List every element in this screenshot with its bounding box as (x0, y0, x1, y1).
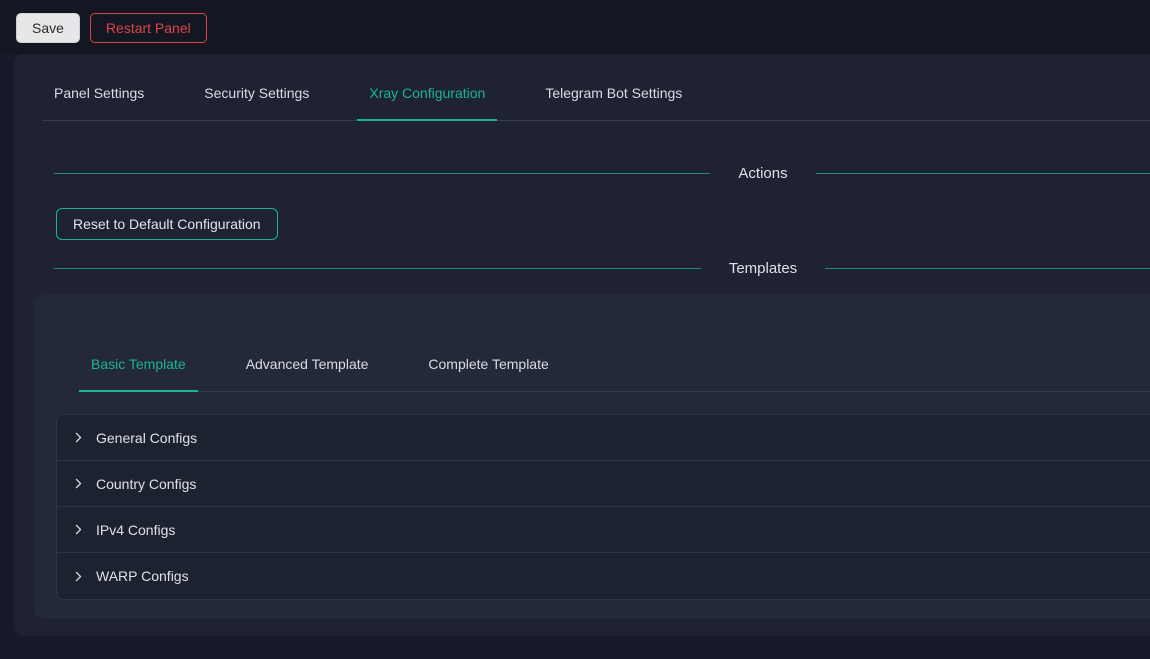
collapse-country-configs[interactable]: Country Configs (57, 461, 1150, 507)
collapse-general-configs[interactable]: General Configs (57, 415, 1150, 461)
actions-divider: Actions (54, 165, 1150, 182)
templates-divider: Templates (54, 260, 1150, 277)
chevron-right-icon (73, 432, 84, 443)
chevron-right-icon (73, 478, 84, 489)
tab-complete-template[interactable]: Complete Template (416, 353, 560, 391)
tab-security-settings[interactable]: Security Settings (192, 82, 321, 120)
collapse-warp-configs[interactable]: WARP Configs (57, 553, 1150, 599)
collapse-label: Country Configs (96, 476, 196, 492)
template-tabs: Basic Template Advanced Template Complet… (79, 353, 1150, 392)
collapse-label: IPv4 Configs (96, 522, 175, 538)
settings-tabs: Panel Settings Security Settings Xray Co… (42, 54, 1150, 121)
restart-panel-button[interactable]: Restart Panel (90, 13, 207, 43)
save-button[interactable]: Save (16, 13, 80, 43)
actions-divider-label: Actions (738, 165, 787, 182)
tab-advanced-template[interactable]: Advanced Template (234, 353, 381, 391)
chevron-right-icon (73, 571, 84, 582)
reset-default-config-button[interactable]: Reset to Default Configuration (56, 208, 278, 240)
config-collapse: General Configs Country Configs IPv4 Con… (56, 414, 1150, 600)
templates-card: Basic Template Advanced Template Complet… (34, 295, 1150, 619)
tab-basic-template[interactable]: Basic Template (79, 353, 198, 391)
topbar: Save Restart Panel (0, 0, 1150, 54)
collapse-label: WARP Configs (96, 568, 189, 584)
collapse-label: General Configs (96, 430, 197, 446)
templates-divider-label: Templates (729, 260, 797, 277)
tab-telegram-bot-settings[interactable]: Telegram Bot Settings (533, 82, 694, 120)
collapse-ipv4-configs[interactable]: IPv4 Configs (57, 507, 1150, 553)
tab-xray-configuration[interactable]: Xray Configuration (357, 82, 497, 120)
tab-panel-settings[interactable]: Panel Settings (42, 82, 156, 120)
chevron-right-icon (73, 524, 84, 535)
settings-card: Panel Settings Security Settings Xray Co… (14, 54, 1150, 636)
